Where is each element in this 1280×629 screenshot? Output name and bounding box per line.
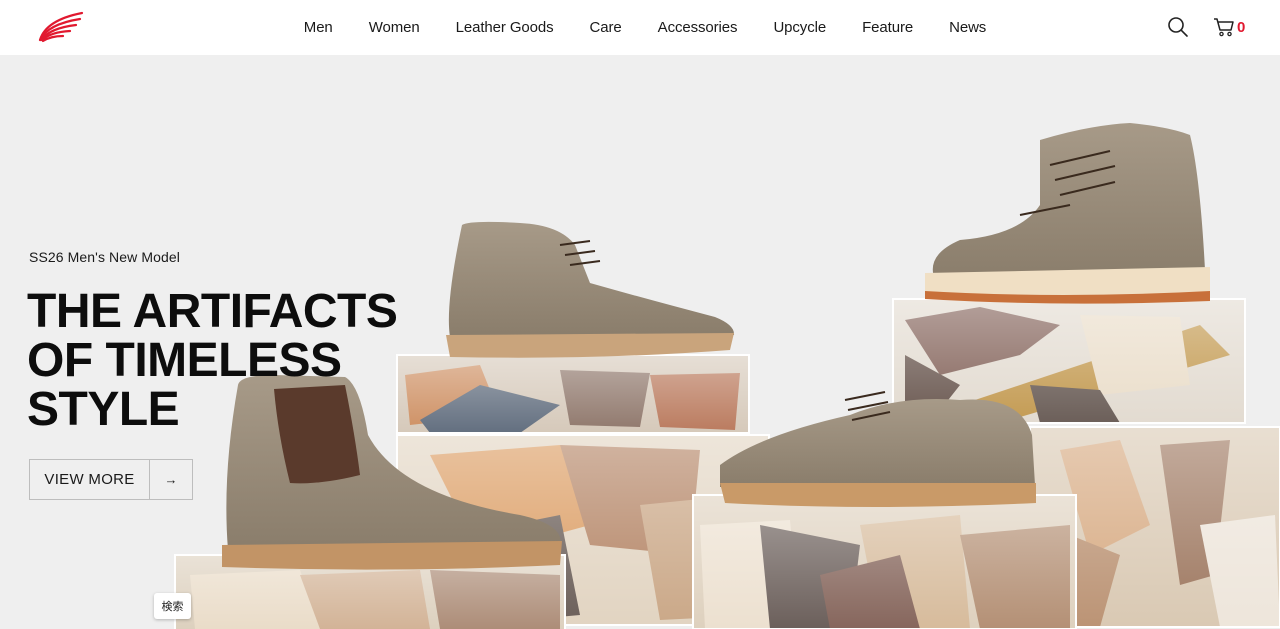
cart-button[interactable]: 0	[1213, 16, 1245, 38]
nav-item-men[interactable]: Men	[304, 19, 333, 36]
hero-headline-line: OF TIMELESS	[27, 334, 342, 387]
hero-headline-line: THE ARTIFACTS	[27, 285, 398, 338]
search-chip-button[interactable]: 検索	[154, 593, 191, 619]
cart-icon	[1214, 18, 1234, 37]
site-header: Men Women Leather Goods Care Accessories…	[0, 0, 1280, 55]
hero-headline: THE ARTIFACTS OF TIMELESS STYLE	[27, 287, 427, 434]
nav-item-upcycle[interactable]: Upcycle	[773, 19, 826, 36]
cart-count: 0	[1237, 18, 1246, 36]
view-more-button[interactable]: VIEW MORE →	[29, 459, 193, 500]
view-more-label: VIEW MORE	[30, 460, 150, 499]
arrow-right-icon: →	[164, 472, 178, 487]
nav-item-leather-goods[interactable]: Leather Goods	[456, 19, 554, 36]
nav-item-accessories[interactable]: Accessories	[658, 19, 738, 36]
search-icon[interactable]	[1167, 16, 1189, 38]
hero-headline-line: STYLE	[27, 383, 180, 436]
nav-item-feature[interactable]: Feature	[862, 19, 913, 36]
red-wing-logo-icon[interactable]	[36, 10, 86, 44]
hero-banner[interactable]: SS26 Men's New Model THE ARTIFACTS OF TI…	[0, 55, 1280, 629]
nav-item-women[interactable]: Women	[369, 19, 420, 36]
main-nav: Men Women Leather Goods Care Accessories…	[0, 0, 1280, 55]
nav-item-care[interactable]: Care	[590, 19, 622, 36]
hero-eyebrow: SS26 Men's New Model	[29, 249, 180, 265]
nav-item-news[interactable]: News	[949, 19, 986, 36]
